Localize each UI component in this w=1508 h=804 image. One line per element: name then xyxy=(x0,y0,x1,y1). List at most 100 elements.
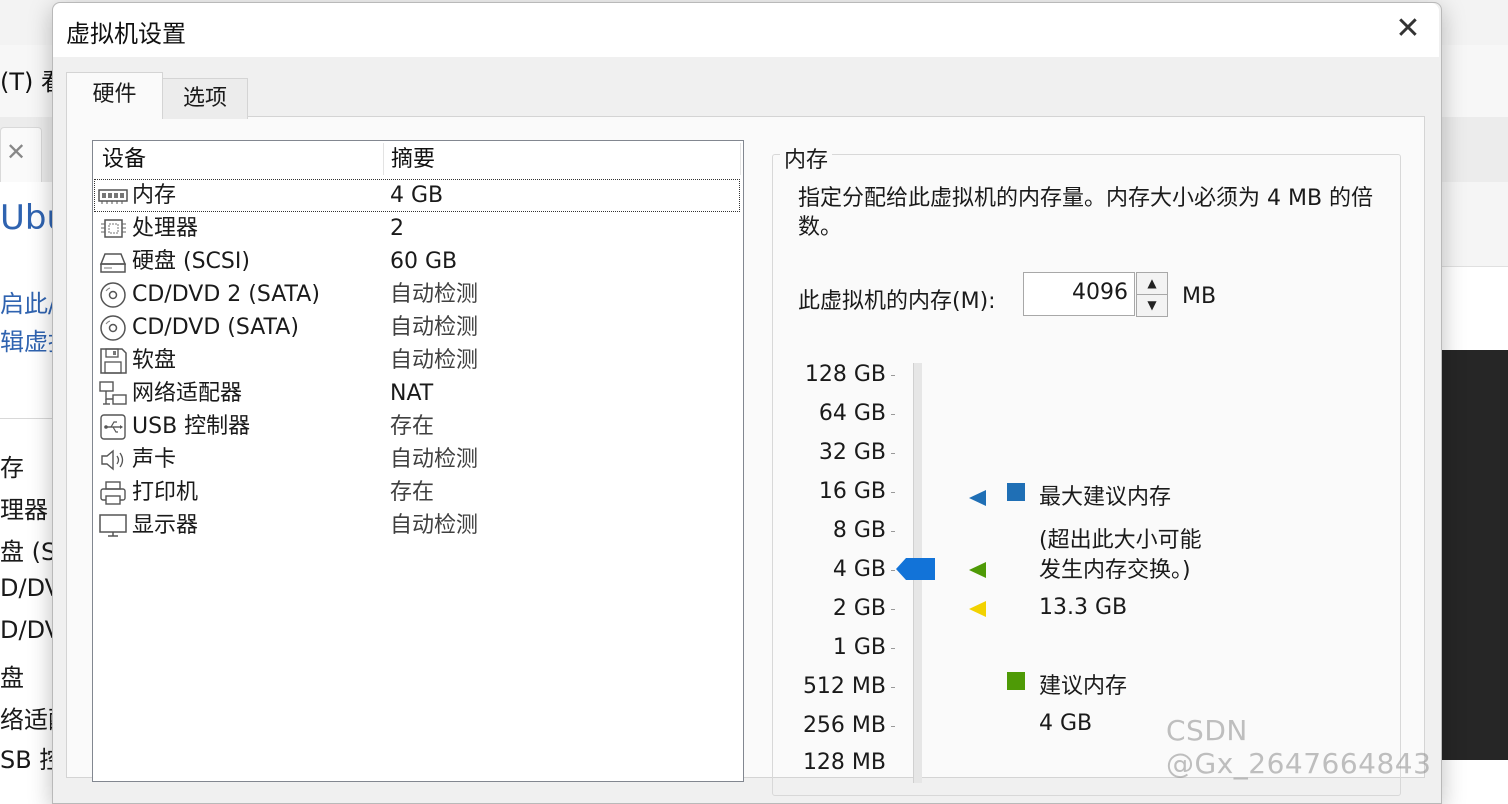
network-adapter-icon xyxy=(98,380,128,408)
recommended-value: 4 GB xyxy=(1039,711,1093,736)
memory-input[interactable]: 4096 xyxy=(1023,272,1135,316)
scale-label: 1 GB xyxy=(832,635,886,660)
scale-tick xyxy=(891,726,895,727)
column-header-device[interactable]: 设备 xyxy=(102,141,146,177)
device-summary: 2 xyxy=(390,216,404,241)
device-row-display[interactable]: 显示器 自动检测 xyxy=(94,509,740,542)
floppy-icon xyxy=(98,347,128,375)
scale-label: 128 MB xyxy=(802,750,886,775)
memory-unit: MB xyxy=(1182,284,1217,309)
max-recommended-legend-square xyxy=(1007,483,1025,501)
device-row-cd-dvd[interactable]: CD/DVD (SATA) 自动检测 xyxy=(94,311,740,344)
background-link-start[interactable]: 启此/ xyxy=(0,284,56,319)
max-recommended-note: (超出此大小可能 xyxy=(1039,528,1202,553)
device-row-hard-disk[interactable]: 硬盘 (SCSI) 60 GB xyxy=(94,245,740,278)
device-summary: 自动检测 xyxy=(390,447,479,472)
device-row-floppy[interactable]: 软盘 自动检测 xyxy=(94,344,740,377)
device-name: 内存 xyxy=(132,183,177,208)
device-summary: 自动检测 xyxy=(390,513,479,538)
device-row-printer[interactable]: 打印机 存在 xyxy=(94,476,740,509)
device-summary: 存在 xyxy=(390,480,435,505)
column-divider[interactable] xyxy=(383,143,384,175)
background-panel xyxy=(1440,182,1508,267)
close-icon[interactable]: ✕ xyxy=(6,138,26,166)
scale-tick xyxy=(891,687,895,688)
device-name: 网络适配器 xyxy=(132,381,243,406)
scale-tick xyxy=(891,414,895,415)
guest-minimum-marker-icon xyxy=(968,599,988,619)
device-row-sound-card[interactable]: 声卡 自动检测 xyxy=(94,443,740,476)
background-device-item: 盘 (S xyxy=(0,538,57,566)
max-recommended-label: 最大建议内存 xyxy=(1039,485,1172,510)
tab-hardware[interactable]: 硬件 xyxy=(66,72,163,119)
background-panel xyxy=(1440,117,1508,182)
scale-label: 32 GB xyxy=(818,440,886,465)
scale-tick xyxy=(891,609,895,610)
divider xyxy=(0,418,52,419)
device-row-cd-dvd-2[interactable]: CD/DVD 2 (SATA) 自动检测 xyxy=(94,278,740,311)
max-recommended-marker-icon xyxy=(968,488,988,508)
device-row-processor[interactable]: 处理器 2 xyxy=(94,212,740,245)
memory-icon xyxy=(98,182,128,210)
memory-description: 指定分配给此虚拟机的内存量。内存大小必须为 4 MB 的倍数。 xyxy=(798,186,1374,240)
recommended-legend-square xyxy=(1007,672,1025,690)
background-device-item: 理器 xyxy=(0,496,48,524)
scale-label: 64 GB xyxy=(818,401,886,426)
cd-dvd-icon xyxy=(98,314,128,342)
scale-tick xyxy=(891,531,895,532)
scale-label: 512 MB xyxy=(802,674,886,699)
arrow-down-icon: ▼ xyxy=(1147,298,1157,312)
decrement-button[interactable]: ▼ xyxy=(1136,294,1168,317)
hard-disk-icon xyxy=(98,248,128,276)
device-name: 硬盘 (SCSI) xyxy=(132,249,250,274)
dialog-title: 虚拟机设置 xyxy=(66,20,186,48)
cd-dvd-icon xyxy=(98,281,128,309)
usb-icon xyxy=(98,413,128,441)
column-divider xyxy=(740,143,741,175)
recommended-marker-icon xyxy=(968,560,988,580)
device-summary: NAT xyxy=(390,381,434,406)
device-row-usb-controller[interactable]: USB 控制器 存在 xyxy=(94,410,740,443)
device-name: 软盘 xyxy=(132,348,177,373)
display-icon xyxy=(98,512,128,540)
dialog-title-bar xyxy=(53,3,1439,57)
scale-label: 128 GB xyxy=(804,362,886,387)
device-name: 声卡 xyxy=(132,447,177,472)
device-summary: 自动检测 xyxy=(390,282,479,307)
device-name: CD/DVD 2 (SATA) xyxy=(132,282,320,307)
device-summary: 4 GB xyxy=(390,183,444,208)
max-recommended-note: 发生内存交换。) xyxy=(1039,558,1191,583)
device-row-network-adapter[interactable]: 网络适配器 NAT xyxy=(94,377,740,410)
scale-label: 2 GB xyxy=(832,596,886,621)
memory-field-label: 此虚拟机的内存(M): xyxy=(798,289,996,314)
scale-tick xyxy=(891,453,895,454)
arrow-up-icon: ▲ xyxy=(1147,276,1157,290)
device-name: USB 控制器 xyxy=(132,414,251,439)
tab-options[interactable]: 选项 xyxy=(162,78,248,119)
scale-tick xyxy=(891,648,895,649)
recommended-label: 建议内存 xyxy=(1039,674,1128,699)
device-summary: 自动检测 xyxy=(390,315,479,340)
scale-label: 16 GB xyxy=(818,479,886,504)
scale-tick xyxy=(891,570,895,571)
device-summary: 自动检测 xyxy=(390,348,479,373)
scale-label: 4 GB xyxy=(832,557,886,582)
column-header-summary[interactable]: 摘要 xyxy=(391,141,435,177)
sound-card-icon xyxy=(98,446,128,474)
device-row-memory[interactable]: 内存 4 GB xyxy=(94,179,740,212)
scale-tick xyxy=(891,492,895,493)
background-device-item: 存 xyxy=(0,454,24,482)
device-name: CD/DVD (SATA) xyxy=(132,315,299,340)
device-name: 打印机 xyxy=(132,480,199,505)
printer-icon xyxy=(98,479,128,507)
background-vm-preview xyxy=(1440,350,1508,760)
scale-label: 8 GB xyxy=(832,518,886,543)
close-icon[interactable]: ✕ xyxy=(1388,10,1428,48)
increment-button[interactable]: ▲ xyxy=(1136,272,1168,295)
device-name: 显示器 xyxy=(132,513,199,538)
device-name: 处理器 xyxy=(132,216,199,241)
memory-slider-thumb[interactable] xyxy=(896,557,936,581)
watermark: CSDN @Gx_2647664843 xyxy=(1166,714,1432,780)
device-summary: 60 GB xyxy=(390,249,458,274)
background-device-item: 盘 xyxy=(0,664,24,692)
